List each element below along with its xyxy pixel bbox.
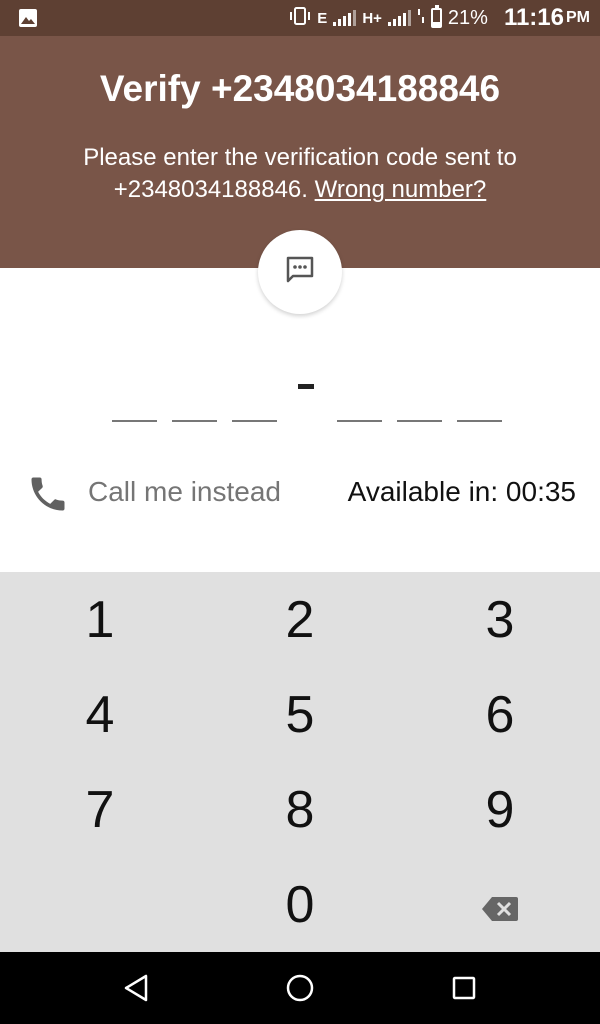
key-4[interactable]: 4 — [0, 667, 200, 762]
code-digit-slot[interactable] — [337, 420, 382, 422]
key-5[interactable]: 5 — [200, 667, 400, 762]
key-3[interactable]: 3 — [400, 572, 600, 667]
code-digit-slot[interactable] — [232, 420, 277, 422]
verification-description: Please enter the verification code sent … — [40, 142, 560, 206]
data-transfer-icon — [417, 7, 425, 30]
key-7[interactable]: 7 — [0, 762, 200, 857]
code-digit-slot[interactable] — [172, 420, 217, 422]
sms-message-icon — [284, 254, 316, 291]
backspace-key[interactable] — [400, 857, 600, 952]
battery-icon — [430, 5, 442, 28]
battery-percent: 21% — [447, 6, 488, 29]
call-me-instead-button[interactable]: Call me instead — [88, 476, 281, 508]
clock-time: 11:16 — [503, 4, 564, 31]
signal-strength-icon — [387, 10, 411, 26]
image-notification-icon — [18, 8, 38, 28]
key-2[interactable]: 2 — [200, 572, 400, 667]
code-separator — [298, 384, 314, 389]
clock-ampm: PM — [566, 9, 590, 26]
page-title: Verify +2348034188846 — [99, 68, 501, 109]
vibrate-icon — [289, 6, 311, 31]
call-me-row: Call me instead Available in: 00:35 — [0, 470, 600, 516]
key-1[interactable]: 1 — [0, 572, 200, 667]
back-icon[interactable] — [116, 968, 156, 1008]
phone-icon[interactable] — [26, 472, 70, 516]
call-availability-timer: Available in: 00:35 — [347, 476, 576, 507]
key-8[interactable]: 8 — [200, 762, 400, 857]
home-icon[interactable] — [280, 968, 320, 1008]
backspace-icon — [481, 875, 519, 935]
numeric-keypad: 1 2 3 4 5 6 7 8 9 0 — [0, 572, 600, 952]
key-0[interactable]: 0 — [200, 857, 400, 952]
network-type-2: H+ — [362, 9, 382, 27]
code-input[interactable] — [0, 360, 600, 440]
code-digit-slot[interactable] — [397, 420, 442, 422]
wrong-number-link[interactable]: Wrong number? — [315, 176, 487, 203]
system-navigation-bar — [0, 952, 600, 1024]
status-bar: E H+ 21% 11:16 PM — [0, 0, 600, 36]
sms-badge — [258, 230, 342, 314]
key-6[interactable]: 6 — [400, 667, 600, 762]
key-9[interactable]: 9 — [400, 762, 600, 857]
network-type-1: E — [317, 9, 328, 27]
recents-icon[interactable] — [444, 968, 484, 1008]
code-digit-slot[interactable] — [112, 420, 157, 422]
signal-strength-icon — [333, 10, 357, 26]
code-digit-slot[interactable] — [457, 420, 502, 422]
